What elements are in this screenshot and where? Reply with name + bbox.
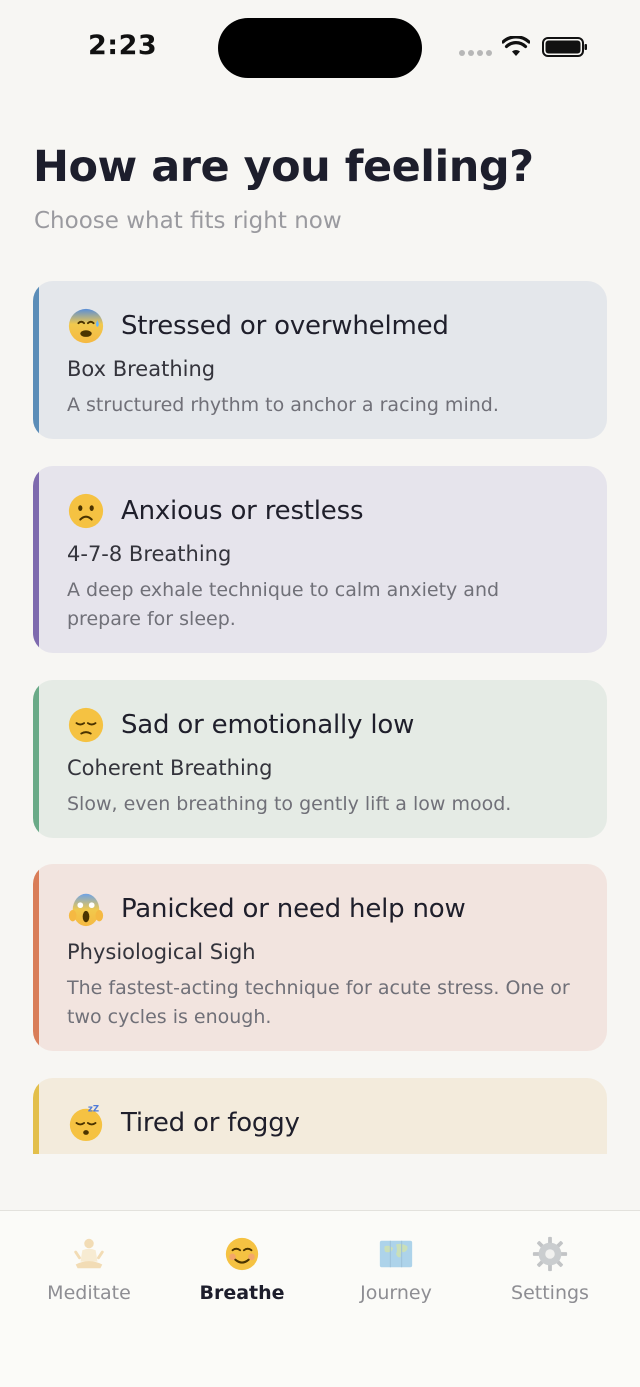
mood-description: Slow, even breathing to gently lift a lo… xyxy=(67,793,512,815)
tab-meditate[interactable]: Meditate xyxy=(14,1235,164,1304)
wifi-icon xyxy=(502,36,530,56)
anxious-sweat-face-icon xyxy=(68,308,104,344)
mood-technique: 4-7-8 Breathing xyxy=(67,542,232,566)
tab-label: Settings xyxy=(511,1282,589,1304)
mood-technique: Coherent Breathing xyxy=(67,756,273,780)
mood-description: The fastest-acting technique for acute s… xyxy=(67,977,570,1028)
mood-card-sad[interactable]: Sad or emotionally low Coherent Breathin… xyxy=(33,680,607,838)
app-screen: 2:23 How are you feeling? Choose what fi… xyxy=(0,0,640,1387)
mood-title: Tired or foggy xyxy=(121,1108,300,1138)
screaming-face-icon xyxy=(68,893,104,927)
world-map-icon xyxy=(379,1240,413,1268)
mood-description: A structured rhythm to anchor a racing m… xyxy=(67,394,499,416)
mood-card-anxious[interactable]: Anxious or restless 4-7-8 Breathing A de… xyxy=(33,466,607,653)
mood-card-stressed[interactable]: Stressed or overwhelmed Box Breathing A … xyxy=(33,281,607,439)
worried-face-icon xyxy=(68,493,104,529)
card-accent-bar xyxy=(33,466,39,653)
tab-label: Meditate xyxy=(47,1282,131,1304)
page-subtitle: Choose what fits right now xyxy=(34,208,342,234)
tab-label: Journey xyxy=(360,1282,432,1304)
mood-title: Panicked or need help now xyxy=(121,894,466,924)
mood-title: Anxious or restless xyxy=(121,496,364,526)
svg-text:zZ: zZ xyxy=(88,1105,99,1115)
dynamic-island xyxy=(218,18,422,78)
tab-breathe[interactable]: Breathe xyxy=(167,1235,317,1304)
status-time: 2:23 xyxy=(88,30,158,61)
mood-list[interactable]: Stressed or overwhelmed Box Breathing A … xyxy=(33,281,607,1154)
mood-card-tired[interactable]: zZ Tired or foggy xyxy=(33,1078,607,1154)
card-accent-bar xyxy=(33,864,39,1051)
cellular-signal-icon xyxy=(459,50,492,56)
battery-icon xyxy=(542,37,587,57)
tab-bar: Meditate Breathe Journey Settings xyxy=(0,1210,640,1387)
pensive-face-icon xyxy=(68,707,104,743)
tab-label: Breathe xyxy=(199,1282,285,1304)
card-accent-bar xyxy=(33,281,39,439)
tab-journey[interactable]: Journey xyxy=(321,1235,471,1304)
mood-title: Stressed or overwhelmed xyxy=(121,311,449,341)
page-title: How are you feeling? xyxy=(33,142,534,192)
gear-icon xyxy=(532,1236,568,1272)
mood-card-panicked[interactable]: Panicked or need help now Physiological … xyxy=(33,864,607,1051)
smiling-face-icon xyxy=(225,1237,259,1271)
mood-title: Sad or emotionally low xyxy=(121,710,415,740)
mood-description: A deep exhale technique to calm anxiety … xyxy=(67,579,500,630)
person-meditating-icon xyxy=(74,1238,104,1269)
tab-settings[interactable]: Settings xyxy=(475,1235,625,1304)
sleeping-face-icon: zZ xyxy=(69,1105,103,1142)
mood-technique: Box Breathing xyxy=(67,357,216,381)
card-accent-bar xyxy=(33,680,39,838)
status-bar: 2:23 xyxy=(0,0,640,96)
card-accent-bar xyxy=(33,1078,39,1154)
mood-technique: Physiological Sigh xyxy=(67,940,256,964)
